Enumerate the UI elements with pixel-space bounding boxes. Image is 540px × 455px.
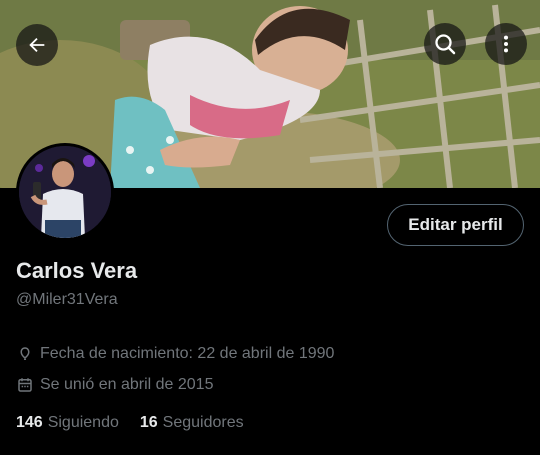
- edit-profile-button[interactable]: Editar perfil: [387, 204, 524, 246]
- balloon-icon: [16, 345, 34, 363]
- more-vertical-icon: [495, 33, 517, 55]
- follow-stats: 146 Siguiendo 16 Seguidores: [16, 414, 265, 432]
- search-button[interactable]: [424, 23, 466, 65]
- followers-link[interactable]: 16 Seguidores: [140, 414, 244, 432]
- avatar-photo: [19, 146, 111, 238]
- join-date-text: Se unió en abril de 2015: [40, 376, 214, 393]
- following-link[interactable]: 146 Siguiendo: [16, 414, 119, 432]
- search-icon: [433, 32, 457, 56]
- back-button[interactable]: [16, 24, 58, 66]
- followers-label: Seguidores: [162, 414, 244, 431]
- followers-count: 16: [139, 414, 158, 431]
- profile-handle: @Miler31Vera: [16, 291, 118, 308]
- birth-date-text: Fecha de nacimiento: 22 de abril de 1990: [40, 345, 335, 362]
- join-date-row: Se unió en abril de 2015: [16, 376, 213, 394]
- more-options-button[interactable]: [485, 23, 527, 65]
- avatar[interactable]: [16, 143, 114, 241]
- calendar-icon: [16, 376, 34, 394]
- profile-name: Carlos Vera: [16, 258, 138, 283]
- arrow-left-icon: [26, 34, 48, 56]
- birth-date-row: Fecha de nacimiento: 22 de abril de 1990: [16, 345, 334, 363]
- following-label: Siguiendo: [47, 414, 119, 431]
- following-count: 146: [16, 414, 43, 431]
